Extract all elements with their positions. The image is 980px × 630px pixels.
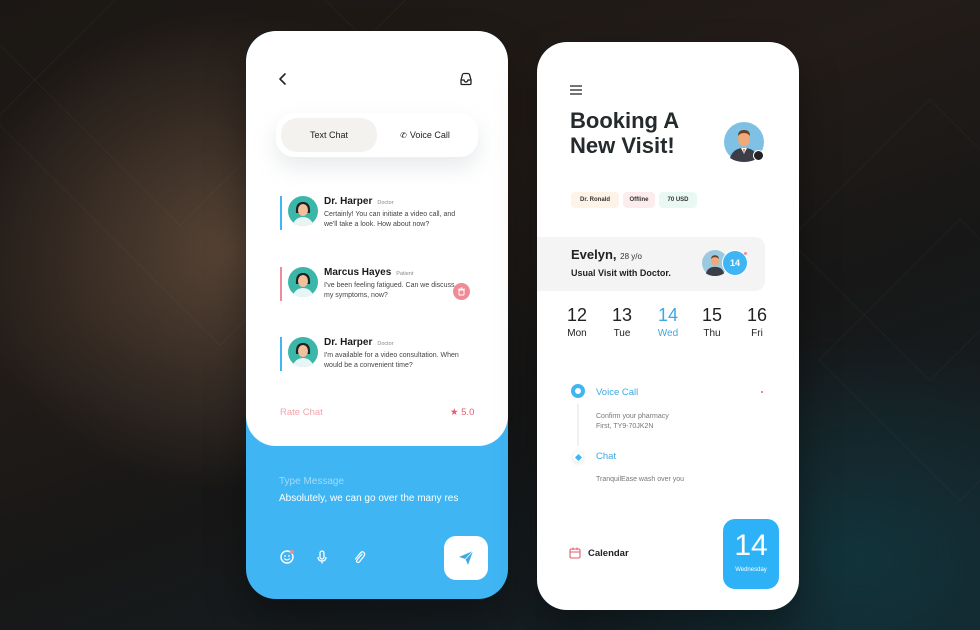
timeline-dot-active <box>571 384 585 398</box>
tab-voice-call[interactable]: ✆ Voice Call <box>377 118 473 152</box>
inbox-icon[interactable] <box>458 71 474 87</box>
doctor-avatar <box>288 196 318 226</box>
sender-role: Doctor <box>377 341 394 347</box>
message-accent-bar <box>280 196 282 230</box>
timeline-detail: TranquilEase wash over you <box>596 476 685 483</box>
patient-avatar <box>288 267 318 297</box>
message-input-label: Type Message <box>279 476 345 487</box>
calendar-icon[interactable] <box>569 547 581 559</box>
paperclip-icon[interactable] <box>351 549 367 565</box>
day-picker-item[interactable]: 16 Fri <box>739 305 775 339</box>
selected-date-card[interactable]: 14 Wednesday <box>723 519 779 589</box>
back-icon[interactable] <box>276 71 290 87</box>
sender-name: Dr. Harper Doctor <box>324 196 394 207</box>
phone-icon: ✆ <box>400 130 407 140</box>
day-picker-item[interactable]: 13 Tue <box>604 305 640 339</box>
patient-name: Evelyn, 28 y/o <box>571 247 642 262</box>
message-accent-bar <box>280 337 282 371</box>
microphone-icon[interactable] <box>314 549 330 565</box>
visit-type: Usual Visit with Doctor. <box>571 268 671 278</box>
chat-panel: Text Chat ✆ Voice Call Dr. Harper Doctor … <box>246 31 508 446</box>
timeline-detail: Confirm your pharmacy First, TY9-70JK2N <box>596 413 669 430</box>
timeline-chat[interactable]: Chat <box>596 451 616 462</box>
send-icon <box>459 550 474 565</box>
status-dot <box>761 391 763 393</box>
sender-name: Dr. Harper Doctor <box>324 337 394 348</box>
background-pattern <box>789 99 980 382</box>
verified-badge-icon <box>753 150 764 161</box>
menu-icon[interactable] <box>570 85 582 95</box>
sender-role: Doctor <box>377 200 394 206</box>
day-picker-item[interactable]: 15 Thu <box>694 305 730 339</box>
message-input[interactable] <box>279 493 479 504</box>
doctor-chip[interactable]: Dr. Ronald <box>571 192 619 208</box>
rate-chat-link[interactable]: Rate Chat <box>280 407 323 418</box>
delete-message-button[interactable] <box>453 283 470 300</box>
timeline-dot <box>573 452 583 462</box>
calendar-link[interactable]: Calendar <box>588 548 629 559</box>
chat-screen: Text Chat ✆ Voice Call Dr. Harper Doctor … <box>246 31 508 599</box>
sender-name: Marcus Hayes Patient <box>324 267 414 278</box>
doctor-avatar <box>288 337 318 367</box>
message-accent-bar <box>280 267 282 301</box>
timeline-line <box>577 404 579 446</box>
tab-voice-call-label: Voice Call <box>409 130 450 140</box>
tab-text-chat[interactable]: Text Chat <box>281 118 377 152</box>
notification-dot <box>744 252 747 255</box>
timeline-voice-call[interactable]: Voice Call <box>596 387 638 398</box>
rating-value: ★ 5.0 <box>450 407 475 418</box>
chat-mode-toggle: Text Chat ✆ Voice Call <box>276 113 478 157</box>
sender-role: Patient <box>396 271 414 277</box>
booking-screen: Booking A New Visit! Dr. Ronald Offline … <box>537 42 799 610</box>
selected-date-number: 14 <box>734 529 768 562</box>
send-button[interactable] <box>444 536 488 580</box>
page-title: Booking A New Visit! <box>570 108 679 158</box>
day-picker-item-selected[interactable]: 14 Wed <box>650 305 686 339</box>
trash-icon <box>458 287 465 296</box>
emoji-icon[interactable] <box>279 549 295 565</box>
tab-text-chat-label: Text Chat <box>309 130 349 140</box>
background-pattern <box>819 219 980 502</box>
status-chip[interactable]: Offline <box>623 192 655 208</box>
selected-date-weekday: Wednesday <box>735 567 767 573</box>
price-chip[interactable]: 70 USD <box>659 192 697 208</box>
message-text: Certainly! You can initiate a video call… <box>324 211 456 228</box>
message-text: I've been feeling fatigued. Can we discu… <box>324 282 455 299</box>
message-text: I'm available for a video consultation. … <box>324 352 459 369</box>
patient-age: 28 y/o <box>620 252 642 261</box>
day-picker-item[interactable]: 12 Mon <box>559 305 595 339</box>
